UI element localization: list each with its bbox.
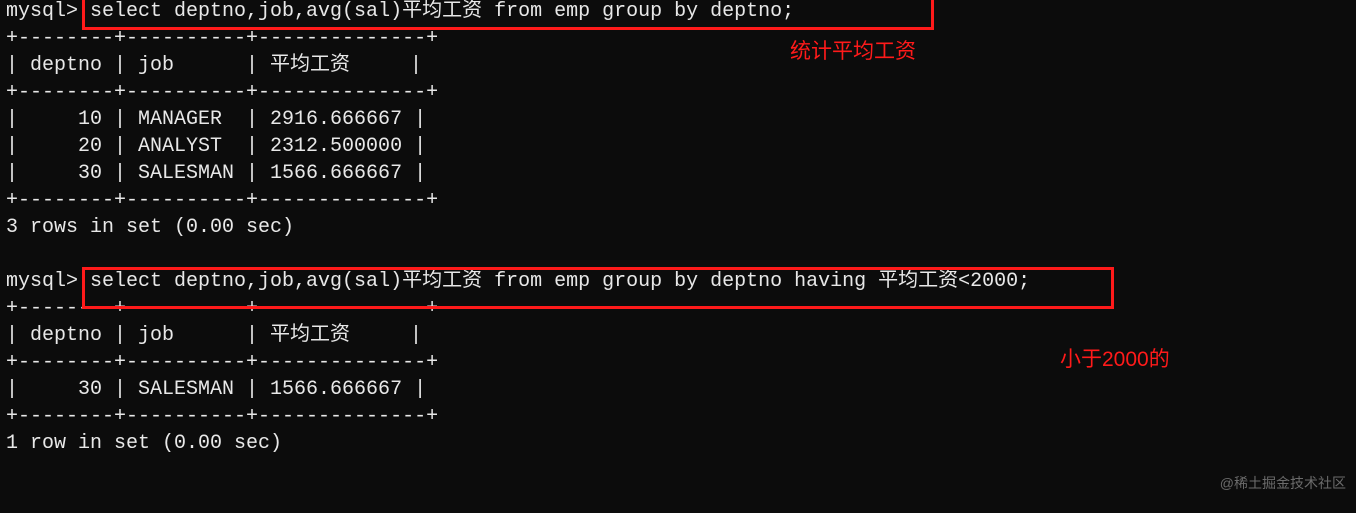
table1-row: | 10 | MANAGER | 2916.666667 |	[6, 106, 1350, 133]
query-1: select deptno,job,avg(sal)平均工资 from emp …	[90, 0, 794, 23]
terminal-output: for the right syntax to use near 'from e…	[0, 0, 1356, 457]
table1-row: | 20 | ANALYST | 2312.500000 |	[6, 133, 1350, 160]
annotation-1: 统计平均工资	[790, 38, 916, 66]
status-1: 3 rows in set (0.00 sec)	[6, 214, 1350, 241]
table2-header: | deptno | job | 平均工资 |	[6, 322, 1350, 349]
mysql-prompt: mysql>	[6, 0, 90, 23]
table1-row: | 30 | SALESMAN | 1566.666667 |	[6, 160, 1350, 187]
watermark: @稀土掘金技术社区	[1220, 474, 1346, 493]
table1-header: | deptno | job | 平均工资 |	[6, 52, 1350, 79]
mysql-prompt: mysql>	[6, 270, 90, 293]
table2-border-bot: +--------+----------+--------------+	[6, 403, 1350, 430]
blank-line	[6, 241, 1350, 268]
table1-border-top: +--------+----------+--------------+	[6, 25, 1350, 52]
table2-border-top: +--------+----------+--------------+	[6, 295, 1350, 322]
annotation-2: 小于2000的	[1060, 346, 1170, 374]
prompt-line-1: mysql> select deptno,job,avg(sal)平均工资 fr…	[6, 0, 1350, 25]
prompt-line-2: mysql> select deptno,job,avg(sal)平均工资 fr…	[6, 268, 1350, 295]
status-2: 1 row in set (0.00 sec)	[6, 430, 1350, 457]
query-2: select deptno,job,avg(sal)平均工资 from emp …	[90, 270, 1030, 293]
table2-row: | 30 | SALESMAN | 1566.666667 |	[6, 376, 1350, 403]
table1-border-bot: +--------+----------+--------------+	[6, 187, 1350, 214]
table1-border-mid: +--------+----------+--------------+	[6, 79, 1350, 106]
